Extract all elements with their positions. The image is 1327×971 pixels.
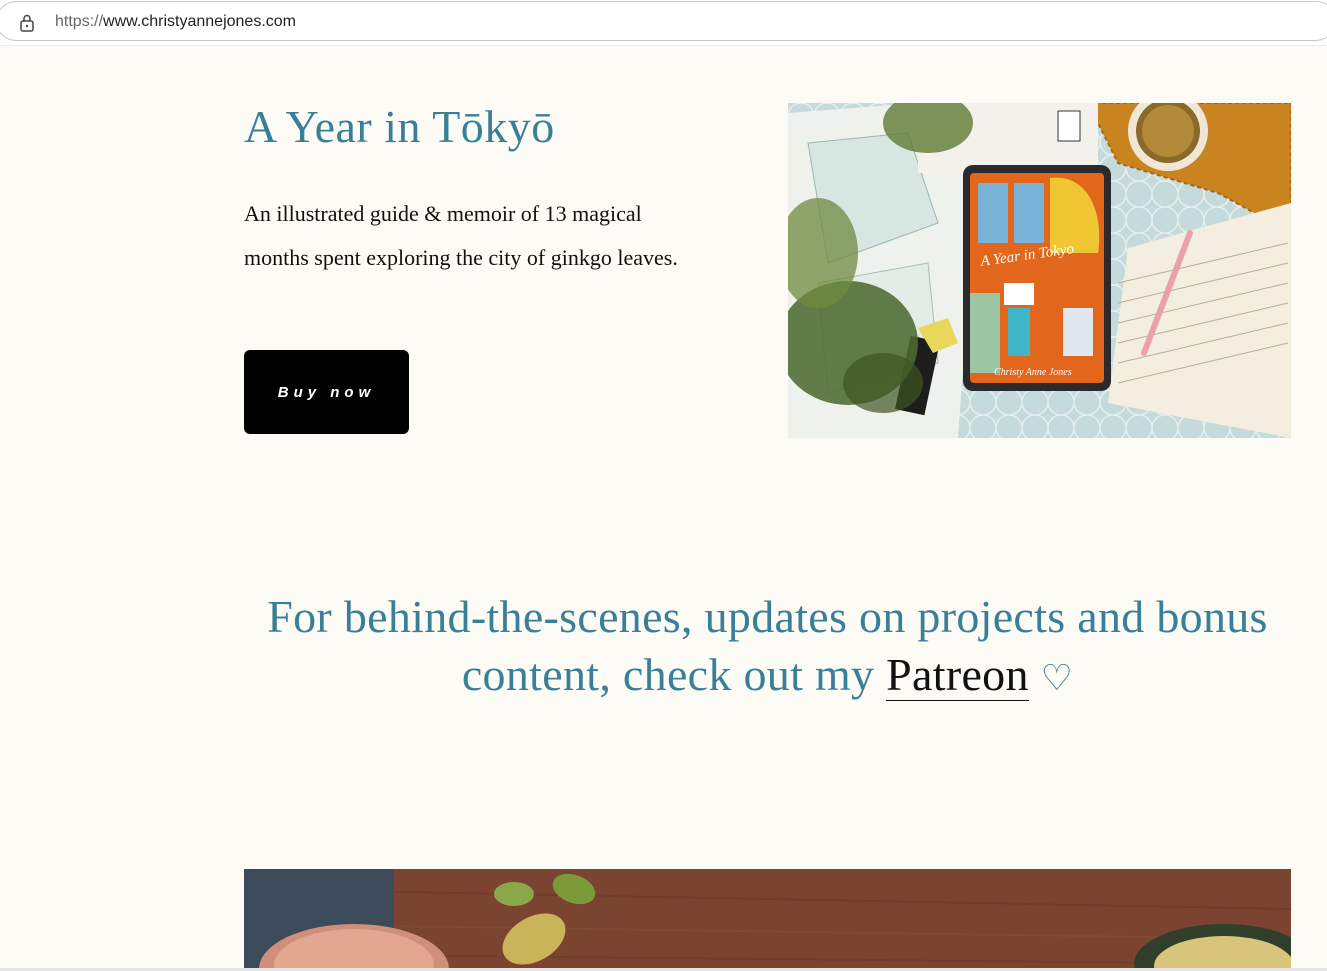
browser-address-bar: https://www.christyannejones.com xyxy=(0,0,1327,46)
url-field[interactable]: https://www.christyannejones.com xyxy=(0,1,1327,41)
url-host: www.christyannejones.com xyxy=(103,13,296,30)
hero-description: An illustrated guide & memoir of 13 magi… xyxy=(244,201,678,270)
book-photo-illustration: A Year in Tokyo Christy Anne Jones xyxy=(788,103,1291,438)
book-cover-author: Christy Anne Jones xyxy=(994,367,1072,378)
desk-photo-image xyxy=(244,869,1291,971)
heart-icon: ♡ xyxy=(1040,658,1074,698)
patreon-callout-text: For behind-the-scenes, updates on projec… xyxy=(267,591,1268,700)
address-bar-divider xyxy=(0,45,1327,46)
url-text[interactable]: https://www.christyannejones.com xyxy=(55,13,296,31)
patreon-link[interactable]: Patreon xyxy=(886,649,1029,701)
url-scheme: https:// xyxy=(55,13,104,30)
buy-now-button[interactable]: Buy now xyxy=(244,350,409,434)
lock-icon[interactable] xyxy=(18,13,36,33)
patreon-callout: For behind-the-scenes, updates on projec… xyxy=(244,588,1291,707)
hero-title: A Year in Tōkyō xyxy=(244,101,555,152)
desk-photo-illustration xyxy=(244,869,1291,971)
buy-now-label: Buy now xyxy=(277,383,376,401)
book-hero-image: A Year in Tokyo Christy Anne Jones xyxy=(788,103,1291,438)
